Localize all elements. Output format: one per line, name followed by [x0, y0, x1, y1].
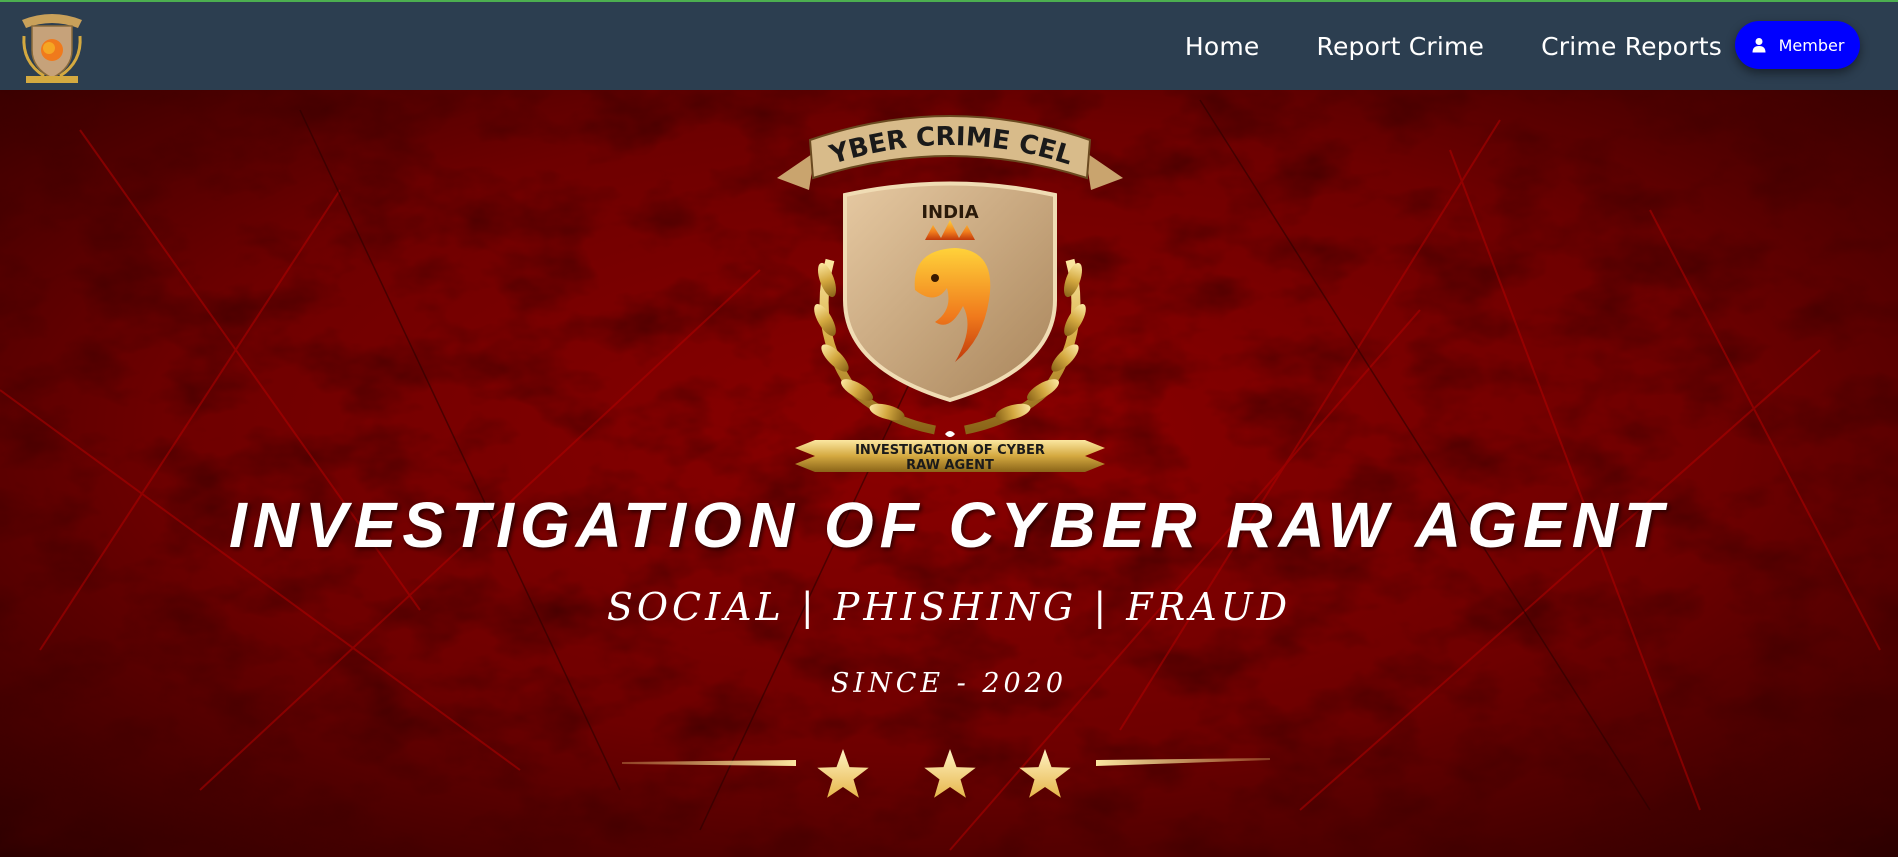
- member-button[interactable]: Member: [1735, 21, 1860, 69]
- divider-line-left: [622, 760, 796, 766]
- user-icon: [1752, 38, 1766, 53]
- main-nav: Home Report Crime Crime Reports: [1128, 2, 1722, 90]
- stars-divider: [622, 749, 1270, 798]
- member-button-label: Member: [1778, 35, 1845, 55]
- nav-crime-reports-link[interactable]: Crime Reports: [1541, 32, 1722, 61]
- star-icon: [817, 749, 869, 798]
- emblem-india-text: INDIA: [921, 202, 978, 223]
- divider-line-right: [1096, 758, 1270, 766]
- star-icon: [1019, 749, 1071, 798]
- nav-report-crime-link[interactable]: Report Crime: [1317, 32, 1485, 61]
- cyber-crime-cell-emblem-icon: CYBER CRIME CELL INDIA INVESTIGATION OF …: [775, 100, 1123, 473]
- hero-section: CYBER CRIME CELL INDIA INVESTIGATION OF …: [0, 90, 1898, 857]
- emblem-ribbon-line1: INVESTIGATION OF CYBER: [855, 443, 1045, 458]
- cyber-crime-cell-logo-icon[interactable]: [14, 6, 90, 86]
- navbar: Home Report Crime Crime Reports Member: [0, 2, 1898, 90]
- star-icon: [924, 749, 976, 798]
- hero-subtitle: SOCIAL | PHISHING | FRAUD: [606, 585, 1292, 629]
- emblem-ribbon-line2: RAW AGENT: [906, 458, 994, 473]
- hero-since-text: SINCE - 2020: [830, 668, 1068, 699]
- nav-home-link[interactable]: Home: [1185, 32, 1260, 61]
- hero-title: INVESTIGATION OF CYBER RAW AGENT: [228, 489, 1670, 561]
